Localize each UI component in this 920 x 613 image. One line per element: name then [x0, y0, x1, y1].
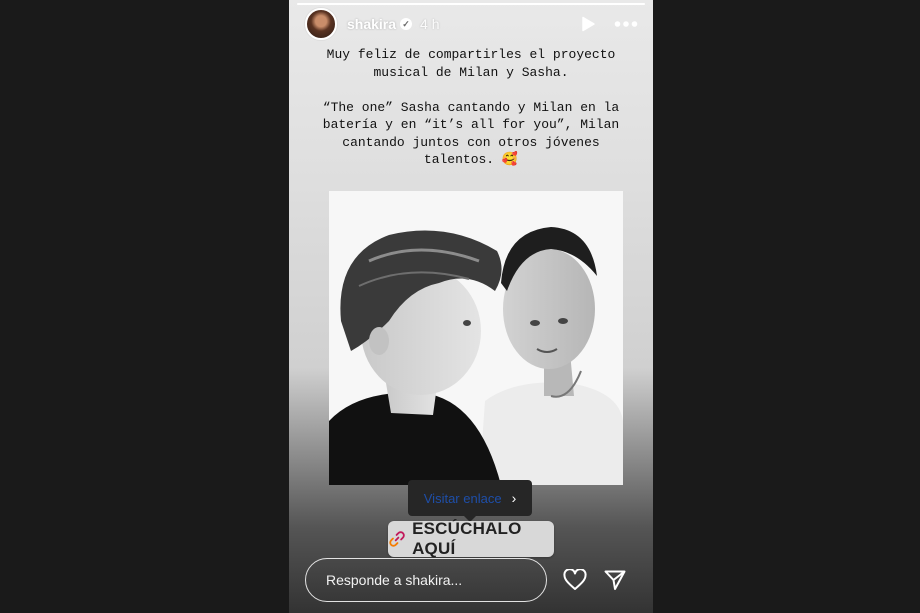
username[interactable]: shakira — [347, 16, 396, 32]
story-photo — [329, 191, 623, 485]
share-button[interactable] — [601, 566, 629, 594]
more-options-button[interactable] — [613, 11, 639, 37]
photo-illustration — [329, 191, 623, 485]
send-icon — [604, 570, 626, 590]
play-button[interactable] — [575, 11, 601, 37]
reply-input[interactable]: Responde a shakira... — [305, 558, 547, 602]
story-progress-fill — [297, 3, 645, 5]
verified-badge-icon: ✓ — [400, 18, 413, 30]
play-icon — [582, 16, 595, 32]
story-caption: Muy feliz de compartirles el proyecto mu… — [322, 47, 620, 167]
chevron-right-icon: › — [511, 490, 517, 506]
visit-link-tooltip[interactable]: Visitar enlace › — [408, 480, 532, 522]
story-viewer[interactable]: shakira ✓ 4 h Muy feliz de compartirles … — [289, 0, 653, 613]
post-time: 4 h — [420, 16, 440, 32]
like-button[interactable] — [561, 566, 589, 594]
story-header: shakira ✓ 4 h — [305, 8, 639, 40]
link-icon — [389, 531, 405, 547]
link-sticker[interactable]: ESCÚCHALO AQUÍ — [388, 519, 554, 558]
link-sticker-label: ESCÚCHALO AQUÍ — [412, 519, 522, 558]
reply-placeholder: Responde a shakira... — [326, 572, 463, 588]
avatar[interactable] — [305, 8, 337, 40]
story-progress-bar — [297, 3, 645, 5]
visit-link-label: Visitar enlace — [423, 490, 502, 506]
more-options-icon — [614, 21, 638, 27]
heart-icon — [563, 569, 587, 590]
